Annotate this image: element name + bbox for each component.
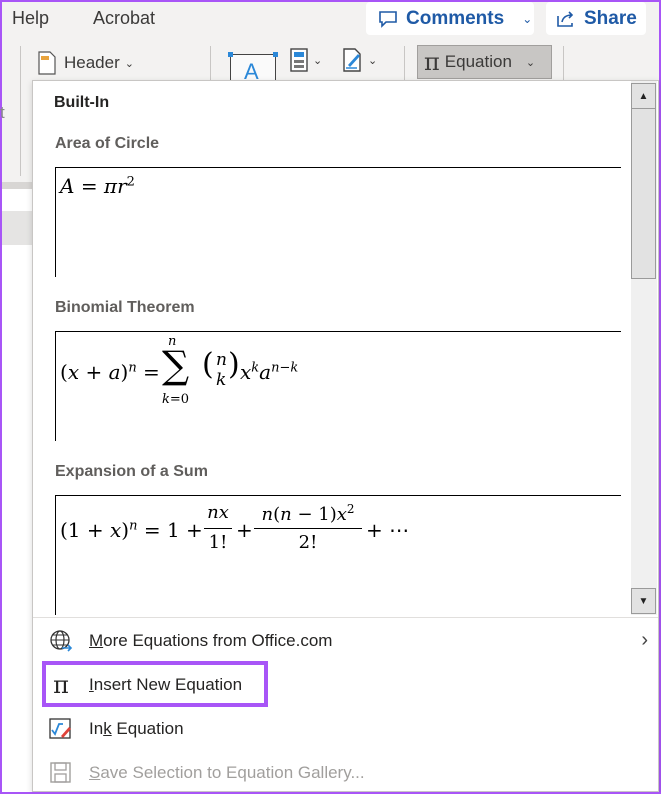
equation-item-binomial-theorem[interactable]: (x + a)n = n ∑ k=0 ( n k ) xkan−k xyxy=(55,331,621,441)
binomial-top: n xyxy=(216,350,227,370)
menu-divider xyxy=(33,617,658,618)
share-icon xyxy=(557,10,574,27)
share-button[interactable]: Share xyxy=(546,2,646,35)
resize-handle-icon xyxy=(273,52,278,57)
fraction-numerator: nx xyxy=(207,502,229,523)
menu-item-label: More Equations from Office.com xyxy=(89,631,333,650)
equation-gallery: Built-In Area of Circle A = πr2 Binomial… xyxy=(33,81,629,615)
scroll-down-button[interactable]: ▼ xyxy=(631,588,656,614)
gallery-scrollbar[interactable]: ▲ ▼ xyxy=(631,81,657,615)
comments-button[interactable]: Comments ⌄ xyxy=(366,2,534,35)
globe-icon xyxy=(47,629,75,653)
ribbon-cut-text: t xyxy=(0,103,5,122)
menu-item-more-equations[interactable]: More Equations from Office.com xyxy=(47,623,332,659)
resize-handle-icon xyxy=(228,52,233,57)
equation-title: Binomial Theorem xyxy=(55,299,195,316)
menu-item-label: Ink Equation xyxy=(89,719,184,738)
plus-ellipsis: + ⋯ xyxy=(366,518,410,542)
share-label: Share xyxy=(584,7,637,29)
menu-item-save-selection: Save Selection to Equation Gallery... xyxy=(47,755,365,791)
equation-item-area-of-circle[interactable]: A = πr2 xyxy=(55,167,621,277)
binomial-paren: ) xyxy=(228,347,240,382)
menu-item-label: Save Selection to Equation Gallery... xyxy=(89,763,365,782)
ribbon-separator xyxy=(563,46,564,80)
tab-acrobat[interactable]: Acrobat xyxy=(93,8,155,29)
document-page xyxy=(2,245,32,794)
equation-dropdown: Built-In Area of Circle A = πr2 Binomial… xyxy=(32,80,659,792)
ink-equation-icon xyxy=(47,717,75,741)
equation-formula: (1 + x)n = 1 + xyxy=(60,518,203,542)
plus-sign: + xyxy=(236,518,253,542)
quick-parts-icon xyxy=(290,48,308,72)
binomial-bottom: k xyxy=(216,370,227,390)
equation-formula: (x + a)n = xyxy=(60,360,160,384)
chevron-right-icon: › xyxy=(641,629,648,651)
ruler-edge xyxy=(2,182,32,189)
sum-sign: ∑ xyxy=(162,343,190,387)
fraction-denominator: 2! xyxy=(298,532,318,553)
equation-formula-tail: xkan−k xyxy=(240,360,299,384)
fraction-bar xyxy=(204,528,232,529)
chevron-down-icon[interactable]: ⌄ xyxy=(522,12,532,26)
save-icon xyxy=(47,761,75,785)
binomial-paren: ( xyxy=(202,347,214,382)
ribbon-separator xyxy=(404,46,405,80)
signature-line-icon xyxy=(343,48,361,72)
comment-icon xyxy=(379,10,397,28)
menu-item-ink-equation[interactable]: Ink Equation xyxy=(47,711,184,747)
signature-line-button[interactable]: ⌄ xyxy=(343,48,377,72)
equation-button[interactable]: π Equation ⌄ xyxy=(417,45,552,79)
ribbon-separator xyxy=(210,46,211,80)
fraction-denominator: 1! xyxy=(208,532,228,553)
equation-item-expansion-of-a-sum[interactable]: (1 + x)n = 1 + nx 1! + n(n − 1)x2 2! + ⋯ xyxy=(55,495,621,615)
tab-help[interactable]: Help xyxy=(12,8,49,29)
pi-icon: π xyxy=(424,48,440,76)
chevron-down-icon: ⌄ xyxy=(525,56,536,69)
equation-label: Equation xyxy=(444,52,512,71)
chevron-down-icon: ⌄ xyxy=(124,57,134,70)
chevron-down-icon: ⌄ xyxy=(313,54,323,67)
fraction-bar xyxy=(254,528,362,529)
ruler-margin xyxy=(2,211,32,245)
header-label: Header xyxy=(64,53,120,72)
chevron-down-icon: ⌄ xyxy=(368,54,378,67)
ribbon-separator xyxy=(20,46,21,176)
header-button[interactable]: Header ⌄ xyxy=(38,48,134,78)
highlight-annotation xyxy=(42,661,268,707)
sum-lower-limit: k=0 xyxy=(162,392,190,407)
quick-parts-button[interactable]: ⌄ xyxy=(290,48,322,72)
equation-formula: A = πr2 xyxy=(60,174,135,198)
equation-title: Area of Circle xyxy=(55,135,160,152)
header-icon xyxy=(38,51,56,75)
section-heading: Built-In xyxy=(54,94,110,111)
scroll-up-button[interactable]: ▲ xyxy=(631,83,656,109)
equation-title: Expansion of a Sum xyxy=(55,463,208,480)
comments-label: Comments xyxy=(406,7,505,29)
scroll-thumb[interactable] xyxy=(631,109,656,279)
fraction-numerator: n(n − 1)x2 xyxy=(261,502,355,525)
ruler xyxy=(2,189,32,211)
